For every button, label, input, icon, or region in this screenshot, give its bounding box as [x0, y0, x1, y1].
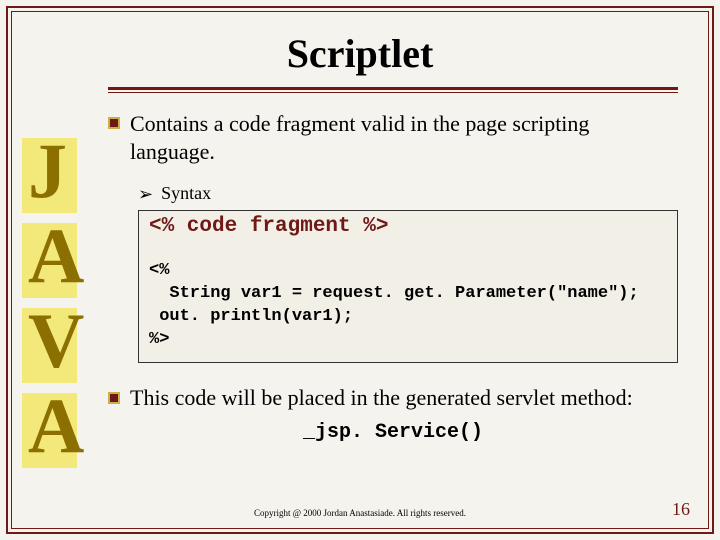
- outer-frame: Scriptlet J A V A Contains a code fragme…: [6, 6, 714, 534]
- square-bullet-icon: [108, 117, 120, 129]
- syntax-label: Syntax: [161, 183, 211, 204]
- bullet-2-text: This code will be placed in the generate…: [130, 385, 633, 411]
- java-letter-a1: A: [22, 217, 87, 302]
- copyright-text: Copyright @ 2000 Jordan Anastasiade. All…: [12, 508, 708, 518]
- bullet-item-1: Contains a code fragment valid in the pa…: [108, 110, 678, 165]
- java-sidebar: J A V A: [12, 132, 102, 468]
- syntax-row: ➢ Syntax: [138, 183, 678, 204]
- bullet-item-2: This code will be placed in the generate…: [108, 385, 678, 411]
- page-number: 16: [672, 499, 690, 520]
- arrow-bullet-icon: ➢: [138, 185, 153, 203]
- inner-frame: Scriptlet J A V A Contains a code fragme…: [11, 11, 709, 529]
- example-code: <% String var1 = request. get. Parameter…: [149, 260, 667, 352]
- syntax-sublist: ➢ Syntax: [138, 183, 678, 204]
- square-bullet-icon: [108, 392, 120, 404]
- bullet-1-text: Contains a code fragment valid in the pa…: [130, 110, 678, 165]
- title-rule-thin: [108, 92, 678, 93]
- java-letter-j: J: [22, 132, 87, 217]
- java-letter-v: V: [22, 302, 87, 387]
- servlet-method: _jsp. Service(): [108, 421, 678, 444]
- code-box: <% code fragment %> <% String var1 = req…: [138, 210, 678, 363]
- content-area: Contains a code fragment valid in the pa…: [108, 110, 678, 444]
- title-rule-thick: [108, 87, 678, 90]
- syntax-code: <% code fragment %>: [149, 215, 667, 238]
- slide-title: Scriptlet: [12, 30, 708, 77]
- java-letter-a2: A: [22, 387, 87, 472]
